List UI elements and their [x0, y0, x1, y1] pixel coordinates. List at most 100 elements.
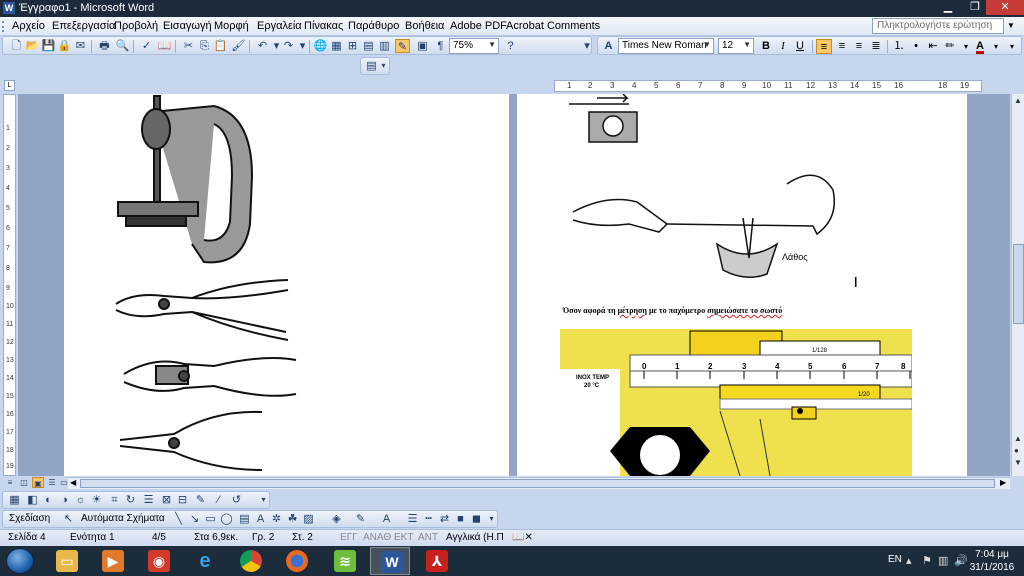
align-right-icon[interactable]: ≡ [851, 39, 867, 54]
redo-dropdown-icon[interactable]: ▾ [295, 39, 310, 53]
format-painter-icon[interactable]: 🖌 [231, 39, 246, 53]
font-select[interactable]: Times New Roman ▼ [618, 38, 714, 54]
toolbar-options-icon[interactable]: ▾ [583, 39, 591, 53]
rectangle-icon[interactable]: ▭ [203, 512, 218, 526]
restore-icon[interactable]: ❐ [962, 0, 988, 15]
text-box-icon[interactable]: ▤ [237, 512, 252, 526]
highlight-icon[interactable]: ✏ [942, 39, 958, 54]
print-preview-icon[interactable]: 🔍 [115, 39, 130, 53]
scroll-right-icon[interactable]: ▶ [1000, 478, 1006, 487]
menu-format[interactable]: Μορφή [214, 20, 249, 32]
media-player-icon[interactable]: ▶ [92, 547, 132, 575]
align-center-icon[interactable]: ≡ [834, 39, 850, 54]
horizontal-ruler[interactable]: L 1 2 3 4 5 6 7 8 9 10 11 12 13 14 15 16… [4, 78, 1011, 94]
oval-icon[interactable]: ◯ [219, 512, 234, 526]
line-style-icon[interactable]: ☰ [405, 512, 420, 526]
undo-icon[interactable]: ↶ [255, 39, 270, 53]
menu-tools[interactable]: Εργαλεία [257, 20, 302, 32]
autoshapes-menu[interactable]: Αυτόματα Σχήματα [81, 513, 165, 524]
next-page-icon[interactable]: ▼ [1014, 458, 1022, 467]
picture-icon[interactable]: ▨ [301, 512, 316, 526]
diagram-icon[interactable]: ✲ [269, 512, 284, 526]
document-page[interactable]: Λάθος Όσον αφορά τη μέτρηση με το παχύμε… [517, 94, 967, 476]
new-document-icon[interactable]: 🗋 [9, 39, 24, 53]
shadow-icon[interactable]: ■ [453, 512, 468, 526]
rotate-icon[interactable]: ↻ [123, 493, 138, 507]
web-layout-icon[interactable]: ◫ [18, 477, 30, 488]
permission-icon[interactable]: 🔒 [57, 39, 72, 53]
menu-file[interactable]: Αρχείο [12, 20, 45, 32]
clip-art-icon[interactable]: ☘ [285, 512, 300, 526]
minimize-icon[interactable]: ▁ [935, 0, 961, 15]
redo-icon[interactable]: ↷ [281, 39, 296, 53]
language-indicator[interactable]: EN [888, 554, 902, 565]
scroll-left-icon[interactable]: ◀ [70, 478, 76, 487]
question-caption[interactable]: Όσον αφορά τη μέτρηση με το παχύμετρο ση… [563, 306, 782, 315]
dash-style-icon[interactable]: ┅ [421, 512, 436, 526]
styles-icon[interactable]: A [601, 39, 616, 53]
status-language[interactable]: Αγγλικά (Η.Π [446, 532, 504, 543]
tables-borders-icon[interactable]: ▦ [329, 39, 344, 53]
decrease-indent-icon[interactable]: ⇤ [925, 39, 941, 54]
bold-button[interactable]: B [758, 39, 774, 54]
toolbar-grip[interactable] [2, 21, 5, 32]
email-icon[interactable]: ✉ [73, 39, 88, 53]
font-color-dropdown-icon[interactable]: ▾ [988, 39, 1004, 54]
numbering-icon[interactable]: ⒈ [891, 39, 907, 54]
show-hidden-icons-icon[interactable]: ▴ [906, 554, 912, 567]
align-left-icon[interactable]: ≡ [816, 39, 832, 54]
menu-view[interactable]: Προβολή [114, 20, 158, 32]
cut-icon[interactable]: ✂ [181, 39, 196, 53]
less-brightness-icon[interactable]: ☀ [89, 493, 104, 507]
prev-page-icon[interactable]: ▲ [1014, 434, 1022, 443]
toolbar-options-icon[interactable]: ▾ [487, 512, 496, 526]
menu-acrobat-comments[interactable]: Acrobat Comments [506, 20, 600, 32]
select-objects-icon[interactable]: ↖ [61, 512, 76, 526]
network-icon[interactable]: ▥ [938, 554, 948, 567]
show-markup-icon[interactable]: ▤ [364, 59, 379, 73]
clock-time[interactable]: 7:04 μμ [972, 549, 1012, 560]
color-icon[interactable]: ◧ [25, 493, 40, 507]
justify-icon[interactable]: ≣ [868, 39, 884, 54]
chevron-down-icon[interactable]: ▼ [1007, 21, 1015, 30]
less-contrast-icon[interactable]: ◑ [57, 493, 72, 507]
start-button[interactable] [6, 548, 34, 574]
save-icon[interactable]: 💾 [41, 39, 56, 53]
spelling-status-icon[interactable]: 📖✕ [512, 532, 533, 543]
text-wrapping-icon[interactable]: ⊟ [175, 493, 190, 507]
fill-color-icon[interactable]: ◈ [329, 512, 344, 526]
compress-icon[interactable]: ⊠ [159, 493, 174, 507]
ask-question-box[interactable]: Πληκτρολογήστε ερώτηση [872, 18, 1004, 34]
ruler-scale[interactable]: 1 2 3 4 5 6 7 8 9 10 11 12 13 14 15 16 1… [554, 80, 982, 92]
font-color-icon[interactable]: A [972, 39, 988, 54]
columns-icon[interactable]: ▥ [377, 39, 392, 53]
toolbar-options-icon[interactable]: ▾ [259, 493, 268, 507]
open-folder-icon[interactable]: 📂 [25, 39, 40, 53]
print-icon[interactable]: 🖶 [97, 39, 112, 53]
menu-edit[interactable]: Επεξεργασία [52, 20, 115, 32]
vertical-ruler[interactable]: 1 2 3 4 5 6 7 8 9 10 11 12 13 14 15 16 1… [3, 94, 16, 476]
toolbar-options-icon[interactable]: ▾ [1006, 39, 1018, 54]
document-map-icon[interactable]: ▣ [415, 39, 430, 53]
clock-date[interactable]: 31/1/2016 [966, 562, 1018, 573]
3d-icon[interactable]: ◼ [469, 512, 484, 526]
font-size-select[interactable]: 12 ▼ [718, 38, 754, 54]
bullets-icon[interactable]: • [908, 39, 924, 54]
line-icon[interactable]: ╲ [171, 512, 186, 526]
menu-table[interactable]: Πίνακας [304, 20, 343, 32]
font-color-icon[interactable]: A [379, 512, 394, 526]
horizontal-scrollbar[interactable]: ◀ ▶ [68, 477, 1010, 489]
status-track-changes[interactable]: ΑΝΑΘ [363, 532, 391, 543]
vertical-scrollbar[interactable]: ▲ ▲ ● ▼ [1011, 94, 1024, 476]
status-extend[interactable]: ΕΚΤ [394, 532, 413, 543]
menu-insert[interactable]: Εισαγωγή [163, 20, 212, 32]
internet-explorer-icon[interactable]: e [184, 547, 224, 575]
status-overtype[interactable]: ΑΝΤ [418, 532, 438, 543]
explorer-icon[interactable]: ▭ [46, 547, 86, 575]
scroll-thumb[interactable] [80, 479, 995, 488]
action-center-icon[interactable]: ⚑ [922, 554, 932, 567]
insert-table-icon[interactable]: ⊞ [345, 39, 360, 53]
set-transparent-icon[interactable]: ⁄ [211, 493, 226, 507]
line-color-icon[interactable]: ✎ [353, 512, 368, 526]
more-contrast-icon[interactable]: ◐ [41, 493, 56, 507]
